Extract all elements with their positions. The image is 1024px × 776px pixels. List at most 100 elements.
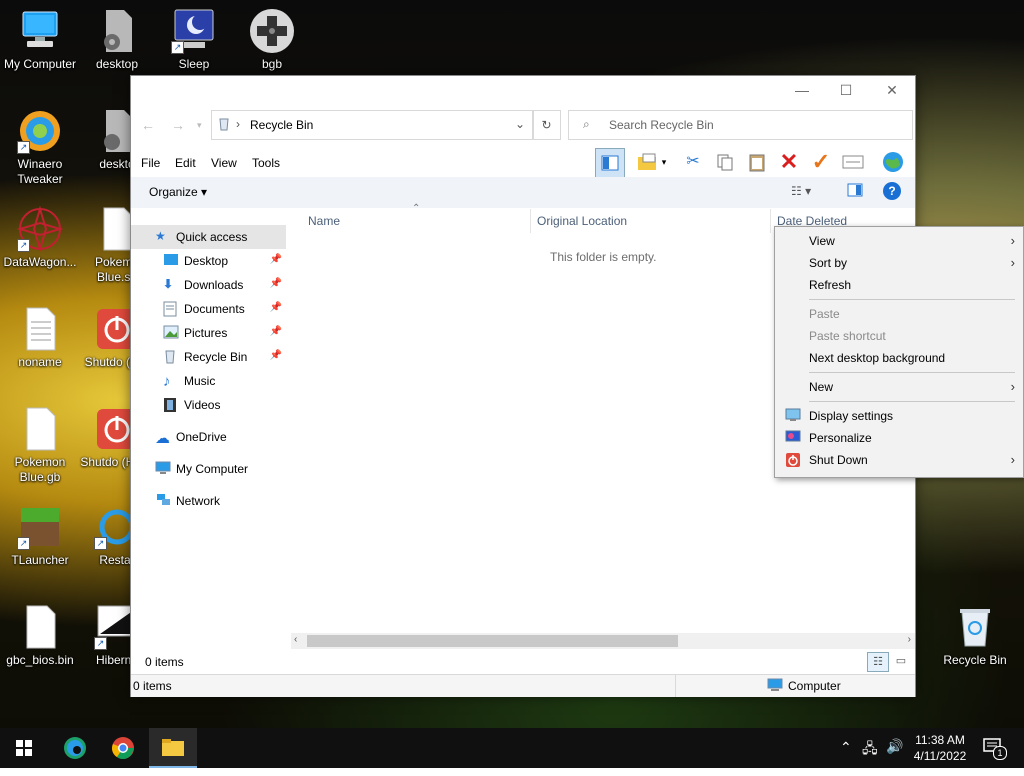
desktop-icon-winaero[interactable]: ↗ Winaero Tweaker xyxy=(0,108,80,187)
globe-icon[interactable] xyxy=(879,148,907,176)
copy-icon[interactable] xyxy=(711,148,739,176)
desktop-icon-bgb[interactable]: bgb xyxy=(232,8,312,72)
pin-icon[interactable]: 📌 xyxy=(270,278,282,289)
menu-item-personalize[interactable]: Personalize xyxy=(775,427,1023,449)
back-arrow-icon[interactable]: ← xyxy=(141,117,155,133)
pin-icon[interactable]: 📌 xyxy=(270,254,282,265)
action-center-button[interactable]: 1 xyxy=(982,736,1007,760)
recent-dropdown-icon[interactable]: ▾ xyxy=(197,120,202,131)
nav-onedrive[interactable]: ☁ OneDrive xyxy=(131,425,286,449)
large-icons-view-icon[interactable]: ▭ xyxy=(891,652,911,670)
organize-button[interactable]: Organize ▾ xyxy=(149,185,207,199)
nav-quick-access[interactable]: ★ Quick access xyxy=(131,225,286,249)
dropdown-arrow-icon[interactable]: ▾ xyxy=(657,148,671,176)
nav-music[interactable]: ♪ Music xyxy=(131,369,286,393)
nav-documents[interactable]: Documents 📌 xyxy=(131,297,286,321)
clock-time: 11:38 AM xyxy=(915,733,965,747)
desktop-icon-noname[interactable]: noname xyxy=(0,306,80,370)
desktop-icon-my-computer[interactable]: My Computer xyxy=(0,8,80,72)
menu-edit[interactable]: Edit xyxy=(175,156,196,170)
refresh-icon: ↻ xyxy=(541,118,552,132)
menu-file[interactable]: File xyxy=(141,156,160,170)
desktop-icon-desktop[interactable]: desktop xyxy=(77,8,157,72)
documents-icon xyxy=(163,301,179,317)
scrollbar-thumb[interactable] xyxy=(307,635,678,647)
search-input[interactable]: Search Recycle Bin xyxy=(609,118,714,132)
desktop-icon-gbc-bios[interactable]: gbc_bios.bin xyxy=(0,604,80,668)
desktop-icon-pokemon-blue-gb[interactable]: Pokemon Blue.gb xyxy=(0,406,80,485)
delete-icon[interactable]: ✕ xyxy=(775,148,803,176)
volume-icon[interactable]: 🔊 xyxy=(886,738,903,755)
scroll-right-icon[interactable]: › xyxy=(908,634,911,645)
address-bar[interactable]: › Recycle Bin ⌄ xyxy=(211,110,534,140)
search-box[interactable]: ⌕ Search Recycle Bin xyxy=(568,110,913,140)
menu-item-view[interactable]: View › xyxy=(775,230,1023,252)
address-dropdown-icon[interactable]: ⌄ xyxy=(515,117,525,131)
start-button[interactable] xyxy=(0,728,48,768)
nav-downloads[interactable]: ⬇ Downloads 📌 xyxy=(131,273,286,297)
close-button[interactable]: ✕ xyxy=(869,76,915,104)
menu-item-display-settings[interactable]: Display settings xyxy=(775,405,1023,427)
preview-pane-icon[interactable] xyxy=(595,148,625,178)
menu-item-refresh[interactable]: Refresh xyxy=(775,274,1023,296)
cut-icon[interactable]: ✂ xyxy=(679,148,707,176)
nav-label: Recycle Bin xyxy=(184,350,248,364)
pin-icon[interactable]: 📌 xyxy=(270,302,282,313)
desktop-icon-tlauncher[interactable]: ↗ TLauncher xyxy=(0,504,80,568)
clock-date: 4/11/2022 xyxy=(913,749,967,763)
menu-item-paste-shortcut[interactable]: Paste shortcut xyxy=(775,325,1023,347)
details-view-icon[interactable]: ☷ xyxy=(867,652,889,672)
desktop-icon-recycle-bin[interactable]: Recycle Bin xyxy=(935,604,1015,668)
taskbar-edge[interactable] xyxy=(51,728,99,768)
preview-pane-toggle-icon[interactable] xyxy=(847,183,863,200)
column-divider[interactable] xyxy=(530,209,531,233)
taskbar-file-explorer[interactable] xyxy=(149,728,197,768)
column-divider[interactable] xyxy=(770,209,771,233)
menu-item-next-desktop-background[interactable]: Next desktop background xyxy=(775,347,1023,369)
paste-icon[interactable] xyxy=(743,148,771,176)
taskbar-chrome[interactable] xyxy=(99,728,147,768)
minimize-button[interactable]: — xyxy=(779,76,825,104)
nav-desktop[interactable]: Desktop 📌 xyxy=(131,249,286,273)
column-header-original-location[interactable]: Original Location xyxy=(537,214,627,228)
status-bar: 0 items Computer xyxy=(131,674,915,697)
desktop-icon-sleep[interactable]: ↗ Sleep xyxy=(154,8,234,72)
nav-recycle-bin[interactable]: Recycle Bin 📌 xyxy=(131,345,286,369)
refresh-button[interactable]: ↻ xyxy=(532,110,561,140)
pin-icon[interactable]: 📌 xyxy=(270,350,282,361)
desktop-icon-label: Pokemon Blue.gb xyxy=(14,455,66,484)
desktop-icon-datawagon[interactable]: ↗ DataWagon... xyxy=(0,205,80,270)
rename-icon[interactable] xyxy=(839,148,867,176)
column-header-name[interactable]: Name xyxy=(308,214,340,228)
pin-icon[interactable]: 📌 xyxy=(270,326,282,337)
desktop-icon-label: Winaero Tweaker xyxy=(17,157,63,186)
grass-block-icon: ↗ xyxy=(17,504,63,550)
nav-my-computer[interactable]: My Computer xyxy=(131,457,286,481)
network-tray-icon[interactable]: 🖧 xyxy=(862,738,878,762)
maximize-button[interactable]: ☐ xyxy=(823,76,869,104)
toolbar: ▾ ✂ ✕ ✓ xyxy=(593,148,913,178)
desktop-icon-label: noname xyxy=(18,355,62,369)
title-bar[interactable]: — ☐ ✕ xyxy=(131,76,915,104)
display-icon xyxy=(785,408,801,424)
menu-item-sort-by[interactable]: Sort by › xyxy=(775,252,1023,274)
status-item-count: 0 items xyxy=(133,679,172,693)
properties-check-icon[interactable]: ✓ xyxy=(807,148,835,176)
menu-view[interactable]: View xyxy=(211,156,237,170)
menu-item-new[interactable]: New › xyxy=(775,376,1023,398)
nav-label: Desktop xyxy=(184,254,229,268)
forward-arrow-icon[interactable]: → xyxy=(171,117,185,133)
menu-item-paste[interactable]: Paste xyxy=(775,303,1023,325)
menu-tools[interactable]: Tools xyxy=(252,156,280,170)
view-options-icon[interactable]: ☷ ▾ xyxy=(791,184,811,198)
nav-pictures[interactable]: Pictures 📌 xyxy=(131,321,286,345)
desktop-icon-label: TLauncher xyxy=(11,553,69,567)
scroll-left-icon[interactable]: ‹ xyxy=(294,634,297,645)
show-hidden-icons-icon[interactable]: ⌃ xyxy=(840,739,852,756)
horizontal-scrollbar[interactable]: ‹ › xyxy=(291,633,915,649)
menu-item-shut-down[interactable]: Shut Down › xyxy=(775,449,1023,471)
clock[interactable]: 11:38 AM 4/11/2022 xyxy=(908,732,972,764)
nav-videos[interactable]: Videos xyxy=(131,393,286,417)
nav-network[interactable]: Network xyxy=(131,489,286,513)
help-icon[interactable]: ? xyxy=(883,182,901,200)
